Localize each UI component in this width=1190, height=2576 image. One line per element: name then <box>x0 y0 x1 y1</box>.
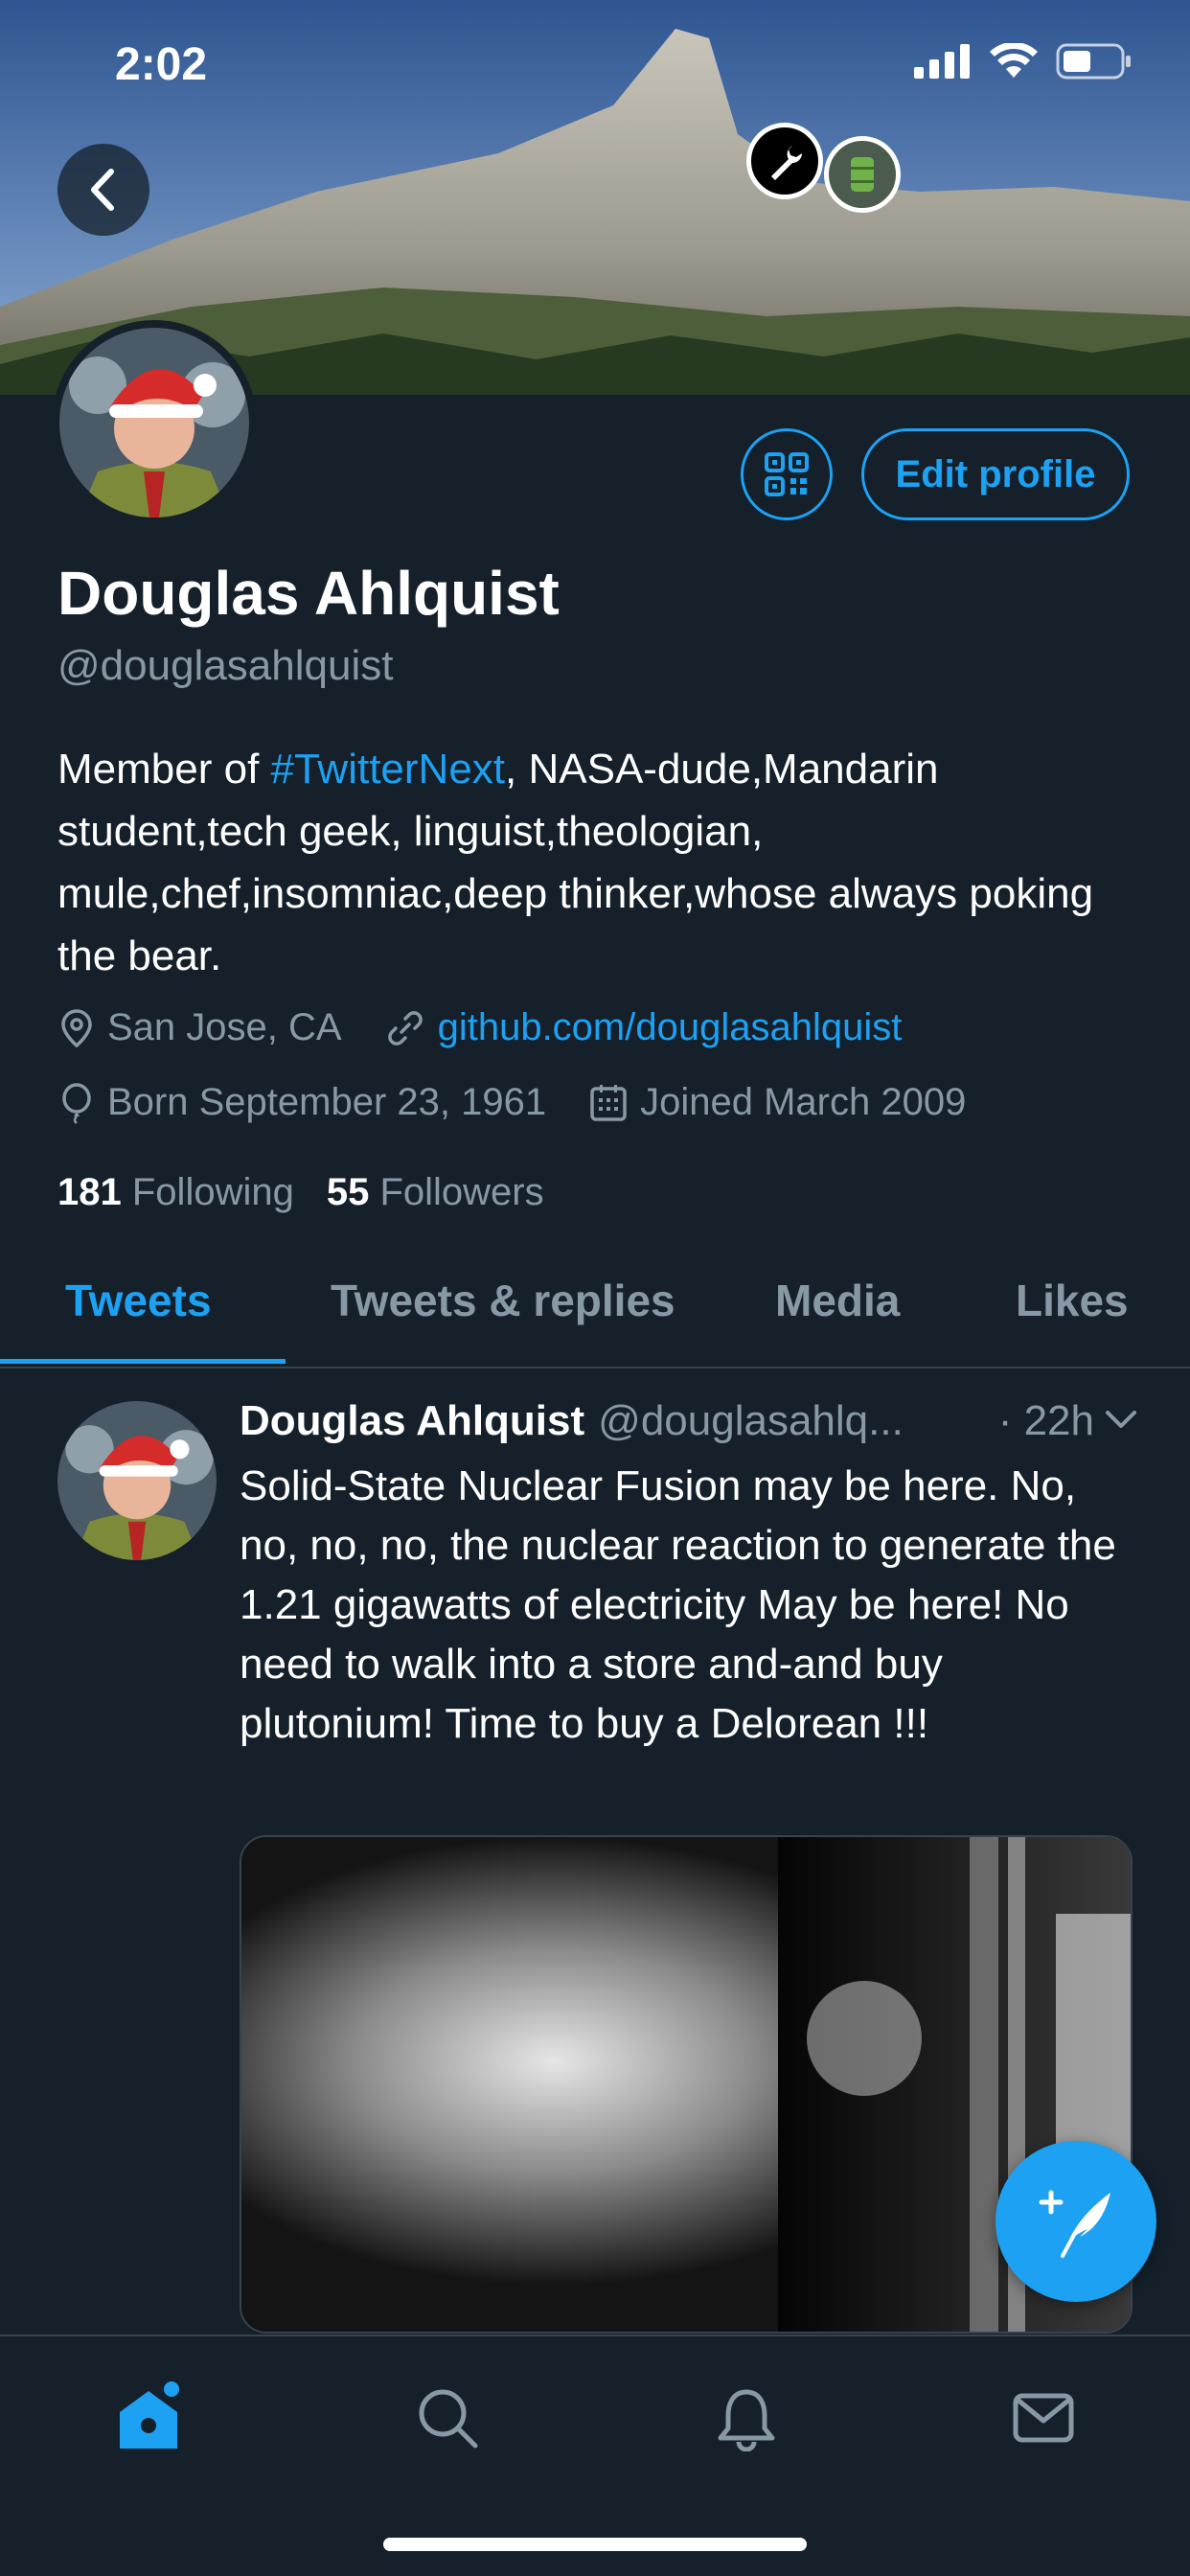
barrel-icon <box>851 157 874 192</box>
tweet-author-handle: @douglasahlq... <box>598 1397 904 1444</box>
qr-code-button[interactable] <box>741 428 833 520</box>
nav-messages[interactable] <box>1000 2375 1087 2461</box>
location-text: San Jose, CA <box>107 1006 342 1048</box>
chevron-down-icon[interactable] <box>1102 1405 1140 1432</box>
bell-icon <box>718 2389 775 2451</box>
calendar-icon <box>590 1084 627 1121</box>
balloon-icon <box>62 1082 91 1124</box>
nav-home[interactable] <box>105 2375 192 2461</box>
following-stat[interactable]: 181 Following <box>57 1171 294 1214</box>
battery-icon <box>1056 43 1131 80</box>
joined-item: Joined March 2009 <box>588 1081 966 1124</box>
following-count: 181 <box>57 1171 122 1213</box>
wrench-badge[interactable] <box>746 123 823 199</box>
profile-avatar[interactable] <box>52 320 257 525</box>
compose-tweet-button[interactable] <box>995 2141 1156 2302</box>
bio-hashtag-link[interactable]: #TwitterNext <box>271 746 506 793</box>
home-icon <box>120 2381 179 2449</box>
tweet-media-image[interactable] <box>240 1835 1133 2334</box>
active-tab-indicator <box>0 1359 286 1364</box>
followers-label: Followers <box>379 1171 544 1213</box>
profile-tabs: Tweets Tweets & replies Media Likes <box>0 1246 1190 1368</box>
nav-search[interactable] <box>404 2375 491 2461</box>
location-item: San Jose, CA <box>57 1006 342 1049</box>
tweet-text: Solid-State Nuclear Fusion may be here. … <box>240 1462 1116 1747</box>
chevron-left-icon <box>91 169 114 211</box>
wrench-icon <box>771 146 802 180</box>
followers-stat[interactable]: 55 Followers <box>327 1171 544 1214</box>
joined-text: Joined March 2009 <box>640 1081 967 1123</box>
tab-likes[interactable]: Likes <box>1016 1275 1129 1326</box>
status-icons <box>914 43 1133 80</box>
tab-media[interactable]: Media <box>775 1275 900 1326</box>
birthday-item: Born September 23, 1961 <box>57 1081 546 1124</box>
tab-tweets[interactable]: Tweets <box>65 1275 212 1326</box>
link-icon <box>387 1010 423 1046</box>
home-indicator[interactable] <box>383 2538 807 2551</box>
status-time: 2:02 <box>115 39 208 90</box>
follow-stats: 181 Following 55 Followers <box>57 1171 544 1214</box>
mail-icon <box>1013 2393 1074 2443</box>
birthday-text: Born September 23, 1961 <box>107 1081 547 1123</box>
profile-handle: @douglasahlquist <box>57 642 394 689</box>
website-item[interactable]: github.com/douglasahlquist <box>384 1006 903 1049</box>
can-badge[interactable] <box>824 136 901 213</box>
website-link[interactable]: github.com/douglasahlquist <box>438 1006 903 1049</box>
following-label: Following <box>131 1171 294 1213</box>
back-button[interactable] <box>57 144 149 236</box>
profile-bio: Member of #TwitterNext, NASA-dude,Mandar… <box>57 738 1131 987</box>
tweet-header: Douglas Ahlquist @douglasahlq... · 22h <box>240 1397 1140 1445</box>
cellular-signal-icon <box>914 44 970 79</box>
followers-count: 55 <box>326 1171 370 1213</box>
profile-meta-row-2: Born September 23, 1961 Joined March 200… <box>57 1081 1008 1124</box>
profile-name: Douglas Ahlquist <box>57 559 560 628</box>
qr-code-icon <box>765 452 809 496</box>
tweet-avatar[interactable] <box>57 1401 217 1560</box>
tweet-timestamp: · 22h <box>997 1397 1094 1444</box>
profile-meta-row-1: San Jose, CA github.com/douglasahlquist <box>57 1006 944 1049</box>
nav-notifications[interactable] <box>703 2375 790 2461</box>
edit-profile-button[interactable]: Edit profile <box>861 428 1130 520</box>
bio-prefix: Member of <box>57 746 271 793</box>
compose-feather-icon <box>1039 2190 1110 2258</box>
location-pin-icon <box>61 1008 92 1047</box>
tweet-author-name[interactable]: Douglas Ahlquist <box>240 1397 584 1445</box>
tab-tweets-replies[interactable]: Tweets & replies <box>331 1275 675 1326</box>
search-icon <box>419 2389 478 2449</box>
wifi-icon <box>990 43 1038 78</box>
